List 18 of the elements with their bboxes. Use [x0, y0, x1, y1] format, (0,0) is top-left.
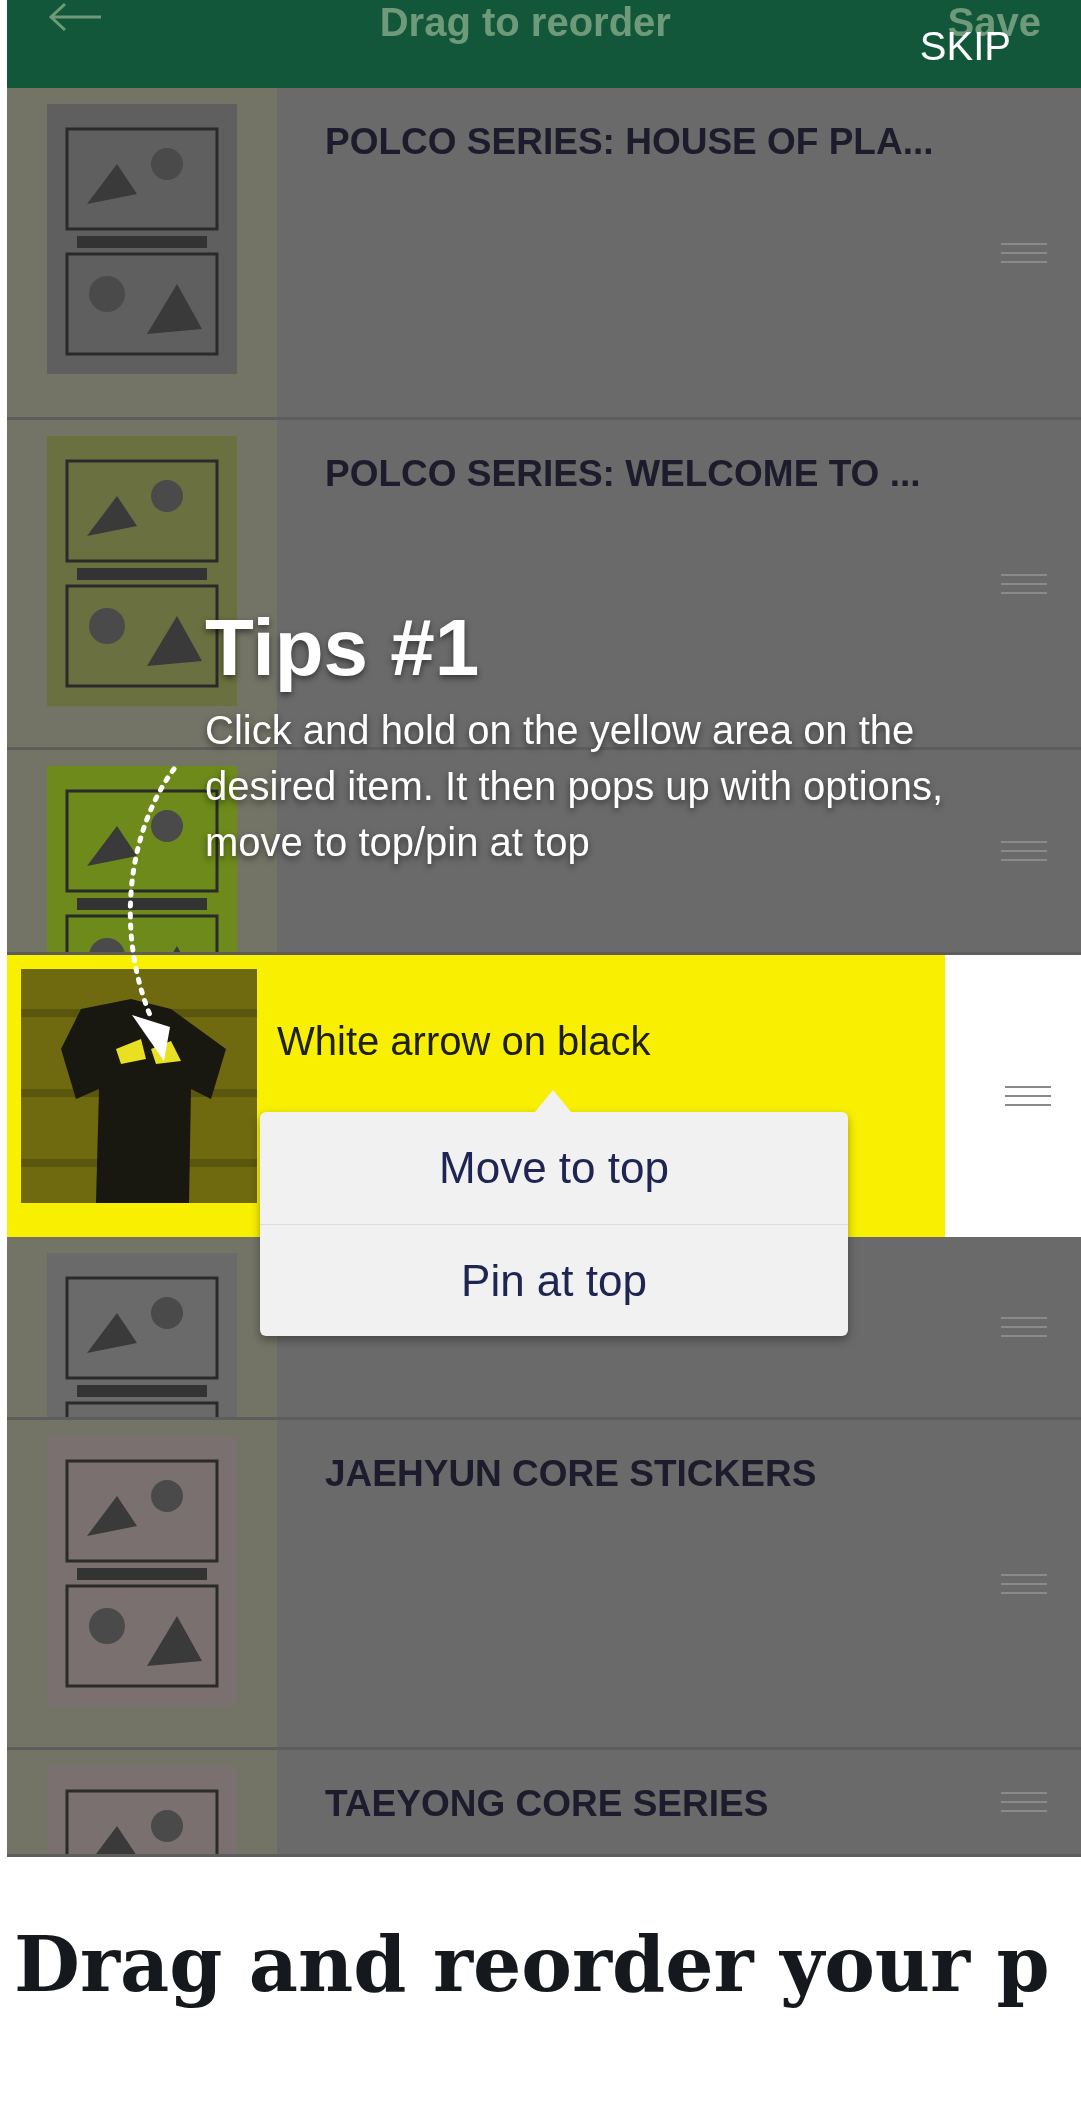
header-title: Drag to reorder [379, 2, 671, 42]
item-title: POLCO SERIES: WELCOME TO ... [325, 452, 921, 496]
back-arrow-icon[interactable] [47, 2, 103, 32]
item-title: POLCO SERIES: HOUSE OF PLA... [325, 120, 934, 164]
item-title: TAEYONG CORE SERIES [325, 1782, 769, 1826]
drag-handle-icon[interactable] [1001, 572, 1047, 595]
tip-text: Click and hold on the yellow area on the desired item. It then pops up with options, move to top/pin at top [205, 707, 945, 866]
article-heading: Drag and reorder your p [14, 1919, 1051, 2011]
drag-handle-icon[interactable] [1001, 1316, 1047, 1338]
item-title: White arrow on black [277, 1018, 651, 1065]
drag-handle-icon[interactable] [1001, 1572, 1047, 1595]
menu-item[interactable]: Move to top [260, 1112, 848, 1224]
item-title: JAEHYUN CORE STICKERS [325, 1452, 817, 1496]
drag-handle-icon[interactable] [1001, 840, 1047, 862]
drag-handle-icon[interactable] [1005, 1085, 1051, 1107]
drag-handle-icon[interactable] [1001, 1791, 1047, 1813]
menu-item[interactable]: Pin at top [260, 1224, 848, 1336]
drag-handle-icon[interactable] [1001, 241, 1047, 264]
